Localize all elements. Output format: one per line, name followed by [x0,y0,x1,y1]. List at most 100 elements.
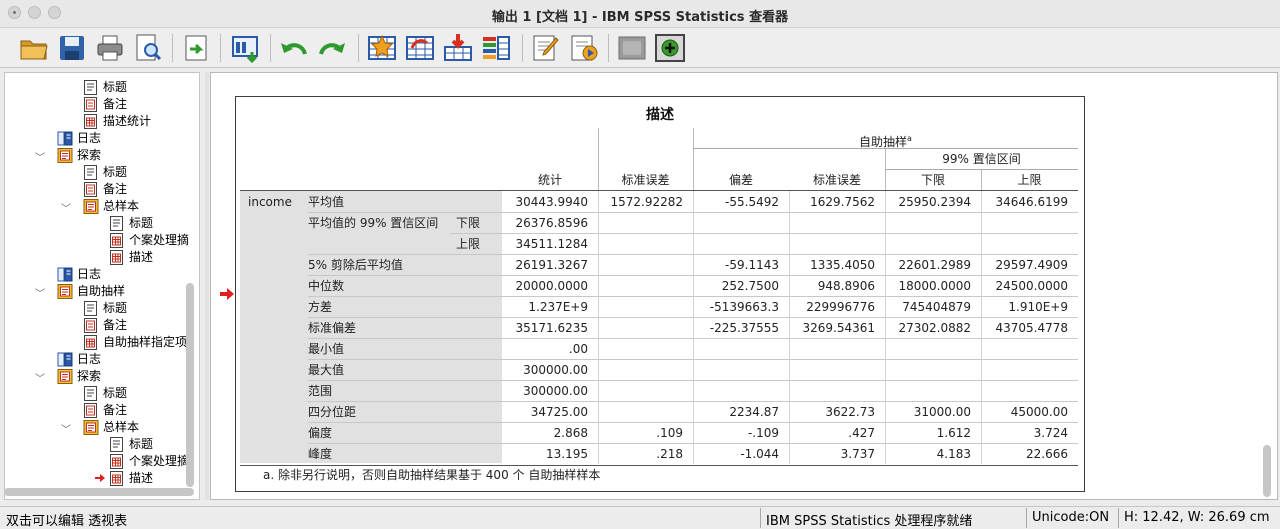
row-sublabel: 下限 [456,216,481,230]
cell-bias: 2234.87 [729,405,779,419]
goto-case-icon[interactable] [404,32,436,64]
pane-divider[interactable] [205,72,209,500]
cell-hi: 3.724 [1033,426,1068,440]
notes-doc-icon [83,182,99,197]
cell-bias: -55.5492 [725,195,779,209]
cell-stat: 300000.00 [523,363,588,377]
cell-bse: 3622.73 [825,405,875,419]
cell-hi: 24500.0000 [995,279,1068,293]
designate-window-icon[interactable] [616,32,648,64]
cell-lo: 1.612 [936,426,971,440]
collapse-toggle-icon[interactable]: ﹀ [61,421,71,436]
cell-stat: 20000.0000 [515,279,588,293]
ci-header: 99% 置信区间 [942,152,1021,166]
cell-bse: 229996776 [806,300,875,314]
cell-stat: 30443.9940 [515,195,588,209]
log-book-icon [57,131,73,146]
save-icon[interactable] [56,32,88,64]
cell-lo: 31000.00 [913,405,971,419]
cell-lo: 22601.2989 [898,258,971,272]
table-title: 描述 [646,107,674,123]
undo-icon[interactable] [278,32,310,64]
row-label: 最大值 [308,363,345,377]
status-hint: 双击可以编辑 透视表 [6,514,128,529]
current-item-arrow-icon [95,474,105,482]
redo-icon[interactable] [316,32,348,64]
lower-header: 下限 [920,173,945,187]
log-book-icon [57,267,73,282]
variables-icon[interactable] [480,32,512,64]
upper-header: 上限 [1017,173,1042,187]
cell-bse: 1335.4050 [810,258,875,272]
bias-header: 偏差 [728,173,753,187]
export-icon[interactable] [180,32,212,64]
cell-bias: 252.7500 [721,279,779,293]
notes-doc-icon [83,97,99,112]
cell-se: .218 [656,447,683,461]
row-label: 范围 [308,384,333,398]
boot-std-error-header: 标准误差 [812,173,861,187]
row-label: 偏度 [308,426,333,440]
cell-lo: 4.183 [936,447,971,461]
cell-bias: -5139663.3 [709,300,779,314]
print-icon[interactable] [94,32,126,64]
outline-vertical-scrollbar[interactable] [185,77,195,497]
outline-horizontal-scrollbar[interactable] [4,488,194,496]
variable-label: income [248,195,292,209]
open-folder-icon[interactable] [18,32,50,64]
script-icon[interactable] [568,32,600,64]
row-label: 四分位距 [308,405,357,419]
pivot-table-descriptives[interactable]: 描述 自助抽样a 99% 置信区间 统计 标准误差 偏差 标准误差 下限 上限 … [235,96,1085,492]
cell-lo: 745404879 [902,300,971,314]
recall-dialog-icon[interactable] [230,32,262,64]
cell-bse: 1629.7562 [810,195,875,209]
cell-stat: 26376.8596 [515,216,588,230]
procedure-icon [57,284,73,299]
scroll-thumb[interactable] [186,283,194,487]
collapse-toggle-icon[interactable]: ﹀ [35,370,45,385]
table-doc-icon [83,335,99,350]
table-doc-icon [109,250,125,265]
table-doc-icon [109,233,125,248]
edit-icon[interactable] [530,32,562,64]
outline-pane[interactable]: 标题 备注 描述统计 日志 ﹀ 探索 标题 备注 ﹀ 总样本 标题 个案处理摘 … [4,72,200,500]
cell-hi: 22.666 [1026,447,1068,461]
insert-variable-icon[interactable] [442,32,474,64]
collapse-toggle-icon[interactable]: ﹀ [61,200,71,215]
cell-stat: 34511.1284 [515,237,588,251]
cell-bias: -1.044 [740,447,779,461]
collapse-toggle-icon[interactable]: ﹀ [35,285,45,300]
row-label: 平均值 [308,195,345,209]
cell-hi: 1.910E+9 [1008,300,1068,314]
table-doc-icon [83,114,99,129]
table-doc-icon [109,454,125,469]
std-error-header: 标准误差 [621,173,670,187]
notes-doc-icon [83,318,99,333]
table-footnote: a. 除非另行说明，否则自助抽样结果基于 400 个 自助抽样样本 [263,468,601,482]
cell-stat: 2.868 [553,426,588,440]
add-icon[interactable] [654,32,686,64]
row-label: 峰度 [308,447,333,461]
content-vertical-scrollbar[interactable] [1263,445,1271,497]
status-processor: IBM SPSS Statistics 处理程序就绪 [766,514,973,529]
row-label: 标准偏差 [308,321,357,335]
cell-lo: 27302.0882 [898,321,971,335]
goto-data-icon[interactable] [366,32,398,64]
cell-hi: 45000.00 [1010,405,1068,419]
toolbar [0,28,1280,68]
cell-hi: 29597.4909 [995,258,1068,272]
table-doc-icon [109,471,125,486]
procedure-icon [83,199,99,214]
cell-stat: 300000.00 [523,384,588,398]
cell-bse: 3.737 [840,447,875,461]
print-preview-icon[interactable] [132,32,164,64]
collapse-toggle-icon[interactable]: ﹀ [35,149,45,164]
title-bar: 输出 1 [文档 1] - IBM SPSS Statistics 查看器 [0,0,1280,28]
cell-hi: 34646.6199 [995,195,1068,209]
log-book-icon [57,352,73,367]
cell-se: 1572.92282 [610,195,683,209]
cell-stat: 34725.00 [530,405,588,419]
notes-doc-icon [83,403,99,418]
cell-bias: -.109 [747,426,779,440]
cell-bse: 3269.54361 [802,321,875,335]
